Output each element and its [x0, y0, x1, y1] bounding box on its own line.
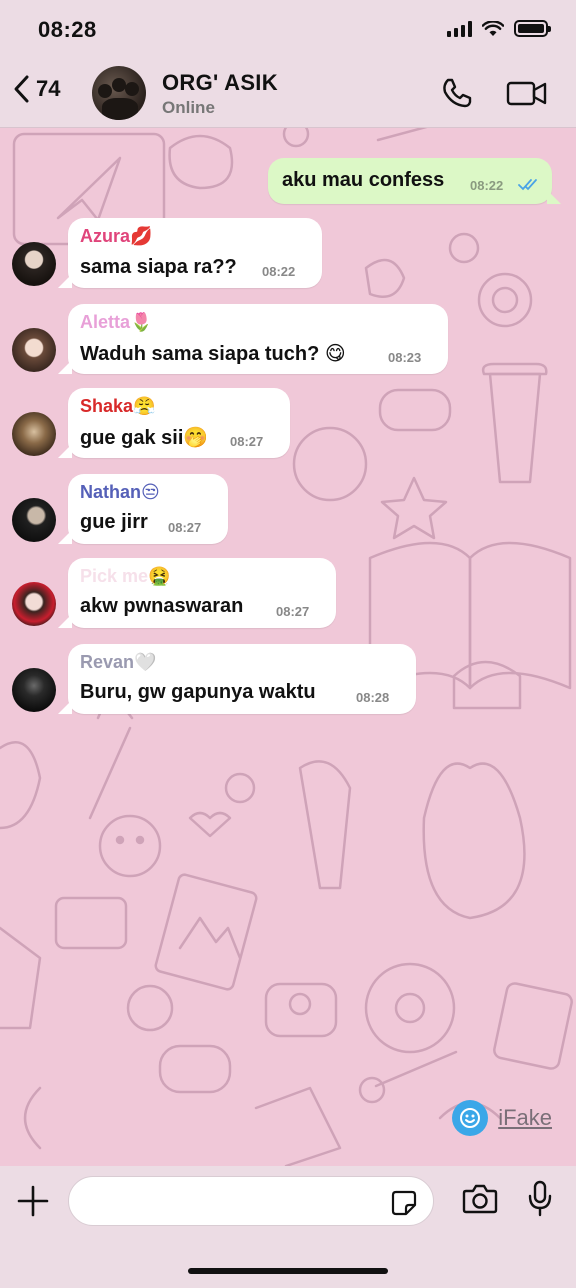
message-text: gue jirr	[80, 511, 148, 533]
sender-name[interactable]: Shaka😤	[80, 396, 155, 417]
message-time: 08:27	[168, 520, 202, 535]
avatar-revan[interactable]	[12, 668, 56, 712]
avatar-azura[interactable]	[12, 242, 56, 286]
message-time: 08:27	[230, 434, 264, 449]
plus-icon[interactable]	[16, 1184, 50, 1218]
home-indicator[interactable]	[188, 1268, 388, 1274]
incoming-message[interactable]: Shaka😤 gue gak sii🤭 08:27	[58, 388, 290, 458]
sticker-icon[interactable]	[391, 1190, 417, 1216]
avatar-pick-me[interactable]	[12, 582, 56, 626]
battery-icon	[514, 20, 551, 37]
avatar-shaka[interactable]	[12, 412, 56, 456]
group-status: Online	[162, 98, 215, 117]
chevron-left-icon	[14, 75, 29, 103]
message-text: akw pwnaswaran	[80, 595, 244, 617]
unread-count: 74	[36, 76, 61, 101]
incoming-message[interactable]: Revan🤍 Buru, gw gapunya waktu 08:28	[58, 644, 416, 714]
message-input[interactable]	[85, 1187, 385, 1217]
ifake-logo-icon	[452, 1100, 489, 1136]
message-time: 08:22	[470, 178, 504, 193]
group-avatar[interactable]	[92, 66, 146, 120]
message-text: Waduh sama siapa tuch? 😋	[80, 343, 346, 365]
message-text: gue gak sii🤭	[80, 427, 209, 449]
outgoing-message[interactable]: aku mau confess 08:22	[268, 158, 561, 204]
sender-name[interactable]: Pick me🤮	[80, 566, 170, 587]
status-bar: 08:28	[0, 0, 576, 60]
incoming-message[interactable]: Pick me🤮 akw pwnaswaran 08:27	[58, 558, 336, 628]
cellular-signal-icon	[447, 20, 472, 37]
message-time: 08:23	[388, 350, 422, 365]
wifi-icon	[482, 20, 504, 36]
message-time: 08:22	[262, 264, 296, 279]
message-time: 08:27	[276, 604, 310, 619]
sender-name[interactable]: Aletta🌷	[80, 312, 152, 333]
avatar-nathan[interactable]	[12, 498, 56, 542]
message-text: sama siapa ra??	[80, 256, 237, 278]
ifake-watermark: iFake	[452, 1100, 552, 1136]
voice-call-icon[interactable]	[440, 76, 474, 110]
back-button[interactable]: 74	[12, 74, 60, 104]
avatar-aletta[interactable]	[12, 328, 56, 372]
incoming-message[interactable]: Azura💋 sama siapa ra?? 08:22	[58, 218, 322, 288]
message-text: Buru, gw gapunya waktu	[80, 681, 316, 703]
video-call-icon[interactable]	[506, 76, 548, 110]
status-time: 08:28	[38, 17, 97, 42]
camera-icon[interactable]	[462, 1182, 498, 1216]
incoming-message[interactable]: Nathan😒 gue jirr 08:27	[58, 474, 228, 544]
double-check-icon	[518, 179, 537, 191]
sender-name[interactable]: Revan🤍	[80, 652, 156, 673]
sender-name[interactable]: Nathan😒	[80, 482, 160, 503]
message-field[interactable]	[68, 1176, 434, 1226]
status-icons	[447, 20, 551, 37]
message-text: aku mau confess	[282, 169, 445, 191]
ifake-label: iFake	[498, 1105, 552, 1130]
microphone-icon[interactable]	[526, 1180, 554, 1218]
chat-header: 74 ORG' ASIK Online	[0, 60, 576, 128]
message-time: 08:28	[356, 690, 390, 705]
incoming-message[interactable]: Aletta🌷 Waduh sama siapa tuch? 😋 08:23	[58, 304, 448, 374]
sender-name[interactable]: Azura💋	[80, 226, 152, 247]
group-title[interactable]: ORG' ASIK	[162, 70, 278, 96]
